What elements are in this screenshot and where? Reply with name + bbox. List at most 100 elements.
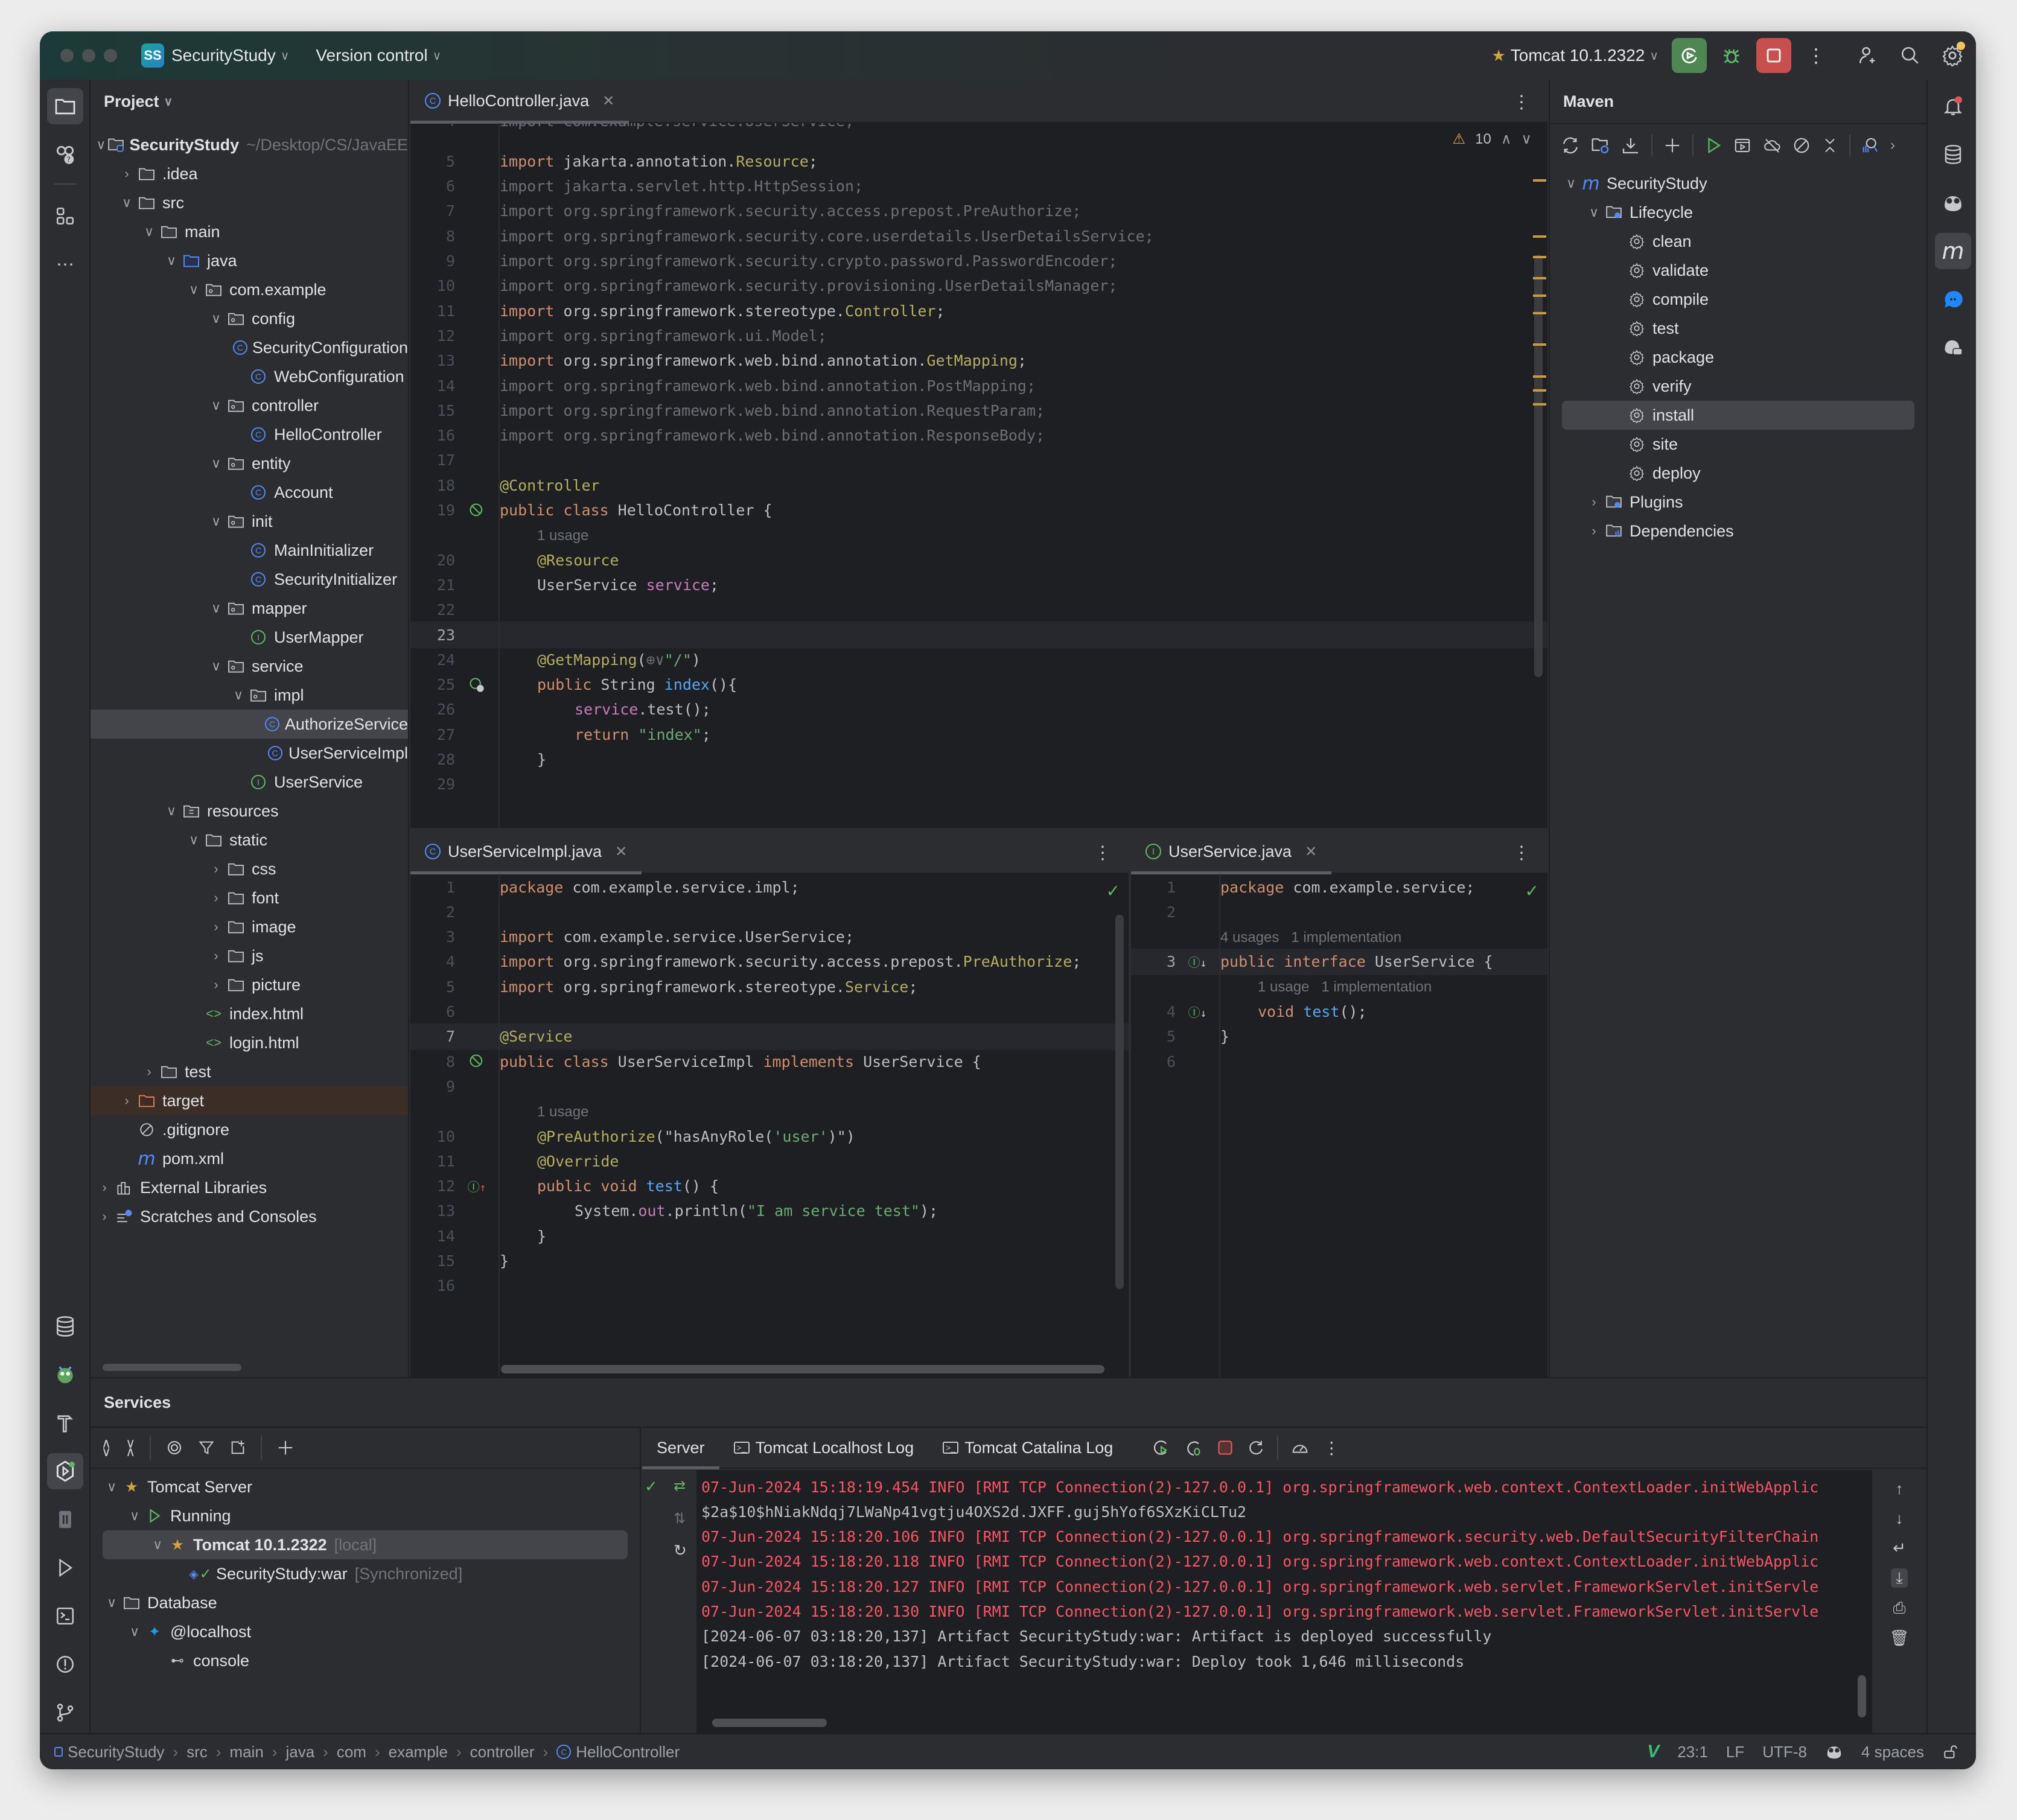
line-number[interactable]: 11: [410, 1153, 459, 1170]
chevron-down-icon[interactable]: ∨: [207, 600, 225, 616]
editor-options-button[interactable]: ⋮: [1094, 842, 1112, 864]
tree-item[interactable]: › image: [91, 912, 408, 941]
code-area[interactable]: 4 import com.example.service.UserService;…: [410, 123, 1547, 828]
line-number[interactable]: 16: [410, 427, 459, 444]
update-app-button[interactable]: [1152, 1438, 1171, 1457]
tree-item[interactable]: ∨ config: [91, 304, 408, 333]
warning-mark[interactable]: [1533, 235, 1546, 238]
line-number[interactable]: 13: [410, 1202, 459, 1220]
close-tab-icon[interactable]: ✕: [1305, 843, 1317, 861]
bean-icon[interactable]: [468, 1053, 485, 1070]
tree-item[interactable]: C AuthorizeService: [91, 710, 408, 739]
scroll-to-end-icon[interactable]: ⤓: [1891, 1568, 1908, 1588]
line-number[interactable]: 5: [1131, 1028, 1179, 1045]
run-goal-icon[interactable]: [1704, 136, 1722, 154]
run-tool-button[interactable]: [47, 1550, 83, 1586]
breadcrumb-item[interactable]: main: [229, 1743, 263, 1761]
service-item[interactable]: ∨ ★ Tomcat Server: [91, 1472, 640, 1501]
project-tool-button[interactable]: [47, 88, 83, 124]
project-switcher[interactable]: SecurityStudy ∨: [171, 46, 289, 65]
line-number[interactable]: 4: [1131, 1003, 1179, 1020]
line-number[interactable]: 9: [410, 252, 459, 270]
tree-item[interactable]: › picture: [91, 970, 408, 999]
tree-item[interactable]: ∨ entity: [91, 449, 408, 478]
debug-update-button[interactable]: [1184, 1438, 1203, 1457]
line-number[interactable]: 13: [410, 352, 459, 369]
warning-mark[interactable]: [1533, 343, 1546, 346]
chevron-down-icon[interactable]: ∨: [207, 398, 225, 413]
breadcrumb-item[interactable]: example: [389, 1743, 448, 1761]
run-config-icon[interactable]: [1733, 136, 1751, 154]
tree-item[interactable]: <> login.html: [91, 1028, 408, 1057]
chevron-down-icon[interactable]: ∨: [162, 253, 180, 269]
tree-item[interactable]: › target: [91, 1086, 408, 1115]
line-number[interactable]: 6: [410, 177, 459, 195]
database-tool-button[interactable]: [47, 1308, 83, 1344]
output-scrollbar-h[interactable]: [712, 1719, 827, 1727]
line-number[interactable]: 10: [410, 277, 459, 294]
line-number[interactable]: 11: [410, 302, 459, 320]
bean-icon[interactable]: [468, 502, 485, 519]
chevron-right-icon[interactable]: ›: [207, 890, 225, 906]
chevron-down-icon[interactable]: ∨: [95, 137, 107, 153]
tree-item[interactable]: <> index.html: [91, 999, 408, 1028]
line-number[interactable]: 12: [410, 327, 459, 345]
warning-mark[interactable]: [1533, 256, 1546, 259]
download-sources-icon[interactable]: [1621, 136, 1640, 155]
chevron-down-icon[interactable]: ∨: [207, 658, 225, 674]
tab-user-service-impl[interactable]: C UserServiceImpl.java ✕: [410, 830, 642, 874]
line-number[interactable]: 16: [410, 1277, 459, 1294]
tree-item[interactable]: m pom.xml: [91, 1144, 408, 1173]
tree-item[interactable]: › js: [91, 941, 408, 970]
line-number[interactable]: 6: [1131, 1053, 1179, 1071]
breadcrumb-item[interactable]: java: [285, 1743, 314, 1761]
collapse-all-icon[interactable]: [1821, 136, 1838, 154]
server-output[interactable]: ✓ ⇄ ⇅ ↻ 07-Jun-2024 15:18:19.454 INFO [R…: [642, 1470, 1926, 1733]
chevron-down-icon[interactable]: ∨: [207, 311, 225, 326]
stop-button[interactable]: [1756, 38, 1791, 73]
maven-panel-button[interactable]: m: [1935, 233, 1971, 269]
maven-goal-install[interactable]: install: [1562, 401, 1914, 430]
line-number[interactable]: 9: [410, 1078, 459, 1095]
tree-item[interactable]: C WebConfiguration: [91, 362, 408, 391]
view-options-icon[interactable]: [165, 1439, 183, 1457]
project-panel-header[interactable]: Project ∨: [91, 80, 408, 123]
line-number[interactable]: 22: [410, 601, 459, 619]
service-item[interactable]: ∨ ★ Tomcat 10.1.2322 [local]: [103, 1530, 628, 1559]
endpoints-tool-button[interactable]: [47, 1501, 83, 1538]
chevron-right-icon[interactable]: ›: [207, 861, 225, 877]
tab-user-service[interactable]: I UserService.java ✕: [1131, 830, 1332, 874]
maven-plugins[interactable]: › Plugins: [1562, 488, 1914, 517]
debug-button[interactable]: [1714, 38, 1749, 73]
tree-item[interactable]: › External Libraries: [91, 1173, 408, 1202]
close-window-button[interactable]: [60, 49, 74, 62]
maven-goal-verify[interactable]: verify: [1562, 372, 1914, 401]
reload-folder-icon[interactable]: [1591, 136, 1610, 155]
maven-goal-deploy[interactable]: deploy: [1562, 459, 1914, 488]
tree-item[interactable]: ∨ init: [91, 507, 408, 536]
chevron-down-icon[interactable]: ∨: [207, 514, 225, 529]
ai-chat-button[interactable]: [1935, 281, 1971, 317]
implements-icon[interactable]: Ⓘ↑: [468, 1177, 486, 1195]
breadcrumb-item[interactable]: HelloController: [576, 1743, 680, 1761]
notifications-button[interactable]: [1935, 88, 1971, 124]
build-tool-button[interactable]: [47, 1405, 83, 1441]
tree-item[interactable]: ∨ static: [91, 826, 408, 854]
line-number[interactable]: 26: [410, 701, 459, 718]
mybatis-tool-button[interactable]: [47, 1357, 83, 1393]
reload-projects-icon[interactable]: [1561, 136, 1580, 155]
maven-project[interactable]: ∨ m SecurityStudy: [1562, 169, 1914, 198]
tab-tomcat-catalina-log[interactable]: >_ Tomcat Catalina Log: [928, 1427, 1127, 1468]
line-number[interactable]: 29: [410, 775, 459, 793]
more-options-button[interactable]: ⋮: [1323, 1438, 1340, 1458]
tree-item[interactable]: ∨ controller: [91, 391, 408, 420]
chevron-right-icon[interactable]: ›: [140, 1064, 158, 1080]
implemented-icon[interactable]: Ⓘ↓: [1188, 953, 1207, 970]
service-item[interactable]: ∨ Database: [91, 1588, 640, 1617]
output-scrollbar-v[interactable]: [1858, 1675, 1866, 1717]
maven-goal-clean[interactable]: clean: [1562, 227, 1914, 256]
line-number[interactable]: 15: [410, 402, 459, 419]
git-tool-button[interactable]: [47, 1694, 83, 1731]
tree-item[interactable]: ∨ impl: [91, 681, 408, 710]
more-actions-button[interactable]: ⋮: [1799, 38, 1834, 73]
